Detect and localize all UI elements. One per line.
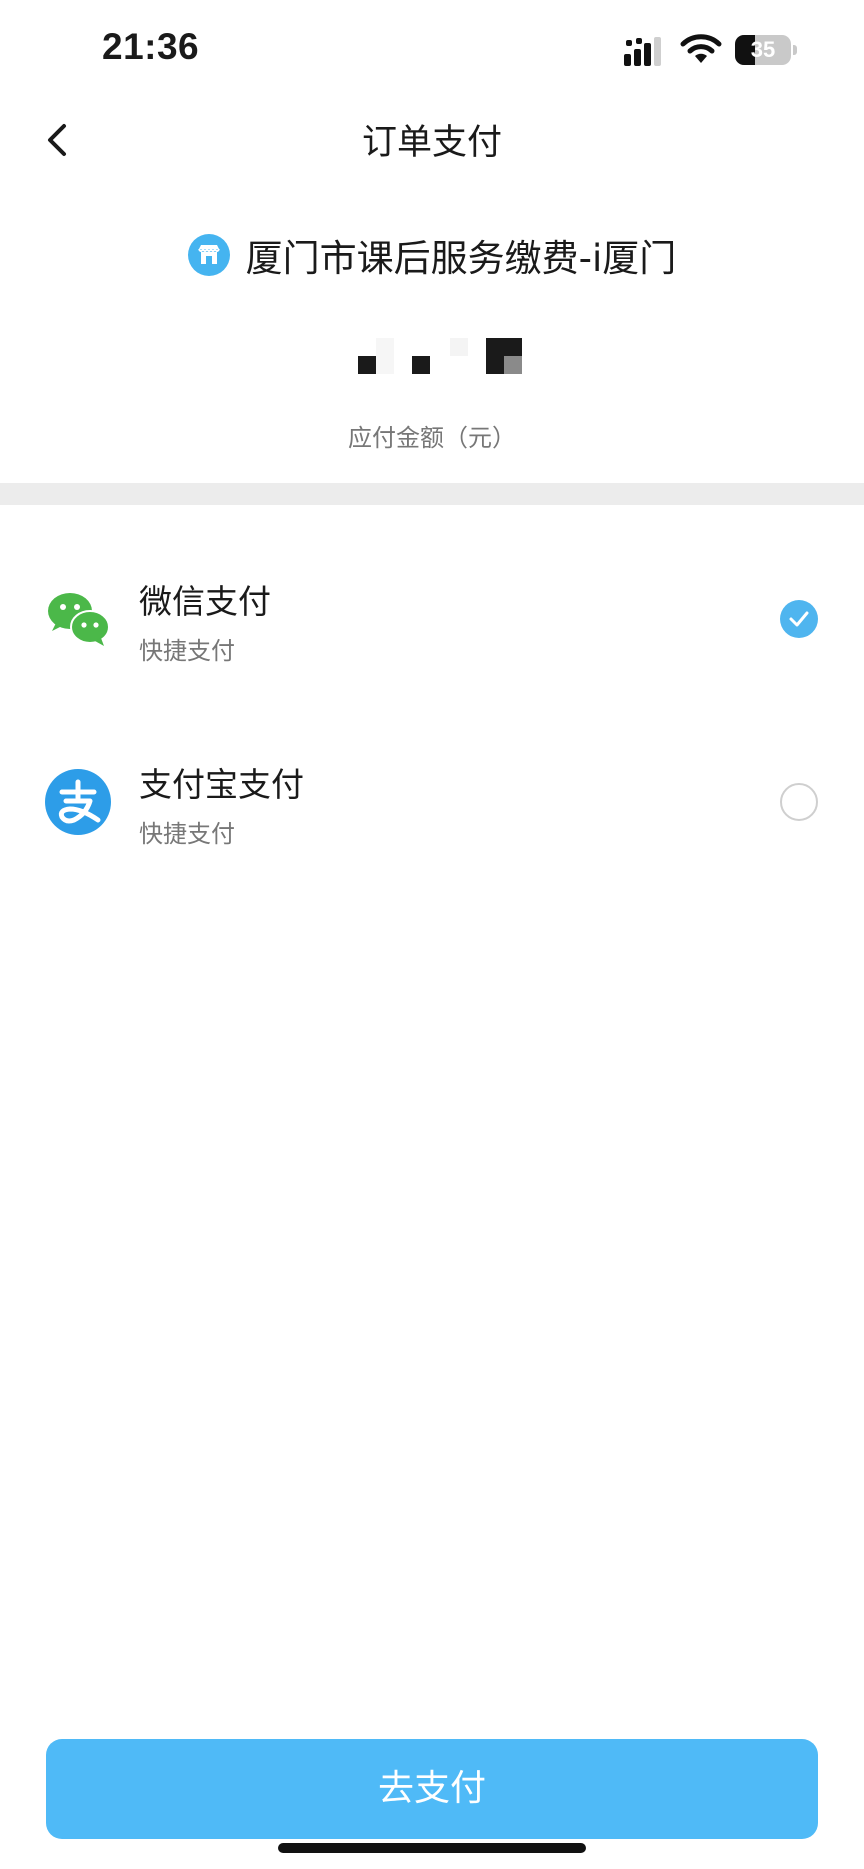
- store-icon: [187, 234, 230, 276]
- payment-option-title: 微信支付: [139, 582, 271, 621]
- section-divider: [0, 483, 864, 505]
- battery-level: 35: [750, 37, 776, 62]
- payment-option-subtitle: 快捷支付: [139, 637, 235, 665]
- battery-icon: 35: [735, 35, 797, 65]
- amount-label: 应付金额（元）: [348, 424, 516, 452]
- payment-option-subtitle: 快捷支付: [139, 820, 235, 848]
- wechat-pay-icon: [48, 593, 110, 646]
- radio-unselected[interactable]: [780, 783, 818, 821]
- payment-option-wechat[interactable]: 微信支付 快捷支付: [0, 545, 864, 695]
- pay-button[interactable]: 去支付: [46, 1739, 818, 1839]
- checkmark-icon: [789, 611, 809, 627]
- battery-body: 35: [735, 35, 791, 65]
- status-bar: 21:36 35: [0, 0, 864, 100]
- radio-selected[interactable]: [780, 600, 818, 638]
- home-indicator: [278, 1843, 586, 1853]
- wifi-icon: [680, 34, 722, 63]
- battery-cap: [793, 45, 797, 55]
- merchant-info: 厦门市课后服务缴费-i厦门: [0, 230, 864, 280]
- alipay-icon: [45, 769, 111, 835]
- status-time: 21:36: [102, 26, 200, 67]
- merchant-name: 厦门市课后服务缴费-i厦门: [245, 237, 677, 280]
- amount-value-redacted: [358, 338, 522, 374]
- cellular-signal-icon: [624, 37, 661, 66]
- payment-option-title: 支付宝支付: [139, 765, 304, 804]
- payment-option-alipay[interactable]: 支付宝支付 快捷支付: [0, 728, 864, 878]
- page-title: 订单支付: [361, 123, 502, 163]
